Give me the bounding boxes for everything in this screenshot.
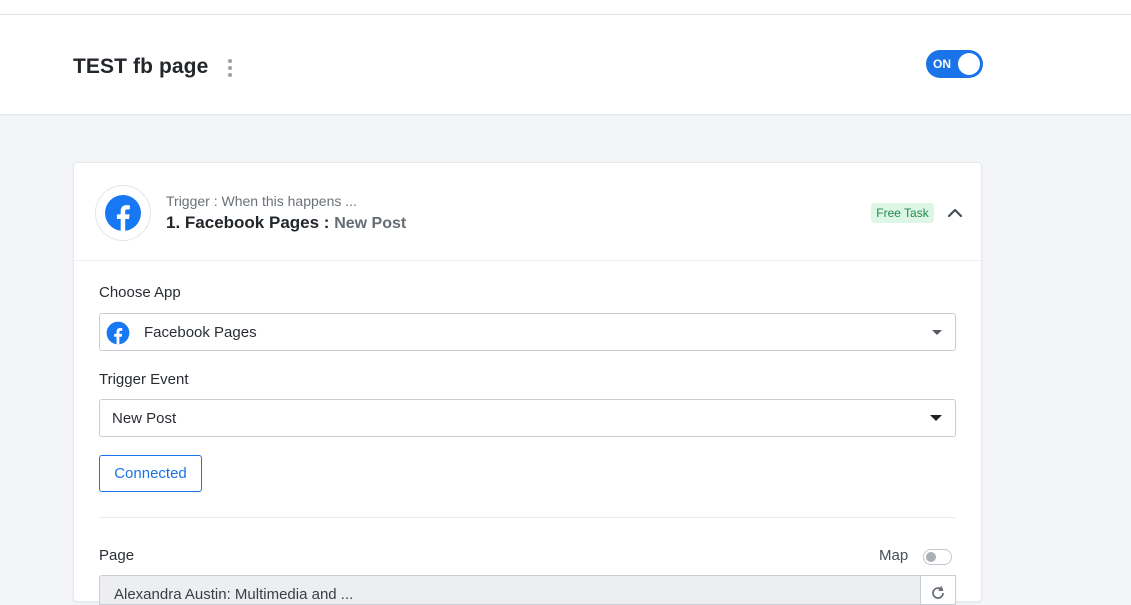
map-toggle-knob — [926, 552, 936, 562]
refresh-icon — [932, 586, 944, 599]
page-value: Alexandra Austin: Multimedia and ... — [114, 586, 354, 603]
trigger-title: 1. Facebook Pages : New Post — [166, 213, 406, 233]
top-strip — [0, 0, 1131, 15]
trigger-card-header[interactable]: Trigger : When this happens ... 1. Faceb… — [74, 163, 981, 261]
free-task-badge: Free Task — [871, 203, 934, 223]
choose-app-select[interactable]: Facebook Pages — [99, 313, 956, 351]
trigger-event-label: Trigger Event — [99, 371, 189, 388]
facebook-icon — [105, 195, 141, 231]
toggle-knob — [958, 53, 980, 75]
workflow-title[interactable]: TEST fb page — [73, 55, 208, 79]
map-toggle[interactable] — [923, 549, 952, 565]
chevron-down-icon — [932, 330, 942, 335]
workflow-on-toggle[interactable]: ON — [926, 50, 983, 78]
workflow-header: TEST fb page ON — [0, 15, 1131, 115]
trigger-app-name: 1. Facebook Pages : — [166, 213, 335, 232]
trigger-event-value: New Post — [112, 410, 177, 427]
connected-button[interactable]: Connected — [99, 455, 202, 492]
more-options-icon[interactable] — [226, 59, 234, 77]
toggle-label: ON — [933, 57, 951, 71]
trigger-card: Trigger : When this happens ... 1. Faceb… — [73, 162, 982, 605]
app-logo — [95, 185, 151, 241]
page-select[interactable]: Alexandra Austin: Multimedia and ... — [99, 575, 921, 605]
refresh-button[interactable] — [920, 575, 956, 605]
choose-app-value: Facebook Pages — [144, 324, 257, 341]
section-divider — [99, 517, 956, 518]
trigger-event-select[interactable]: New Post — [99, 399, 956, 437]
map-label: Map — [879, 547, 909, 564]
chevron-up-icon[interactable] — [945, 203, 965, 223]
chevron-down-icon — [930, 415, 942, 421]
trigger-event-name: New Post — [334, 215, 407, 232]
choose-app-label: Choose App — [99, 284, 181, 301]
page-label: Page — [99, 547, 135, 564]
trigger-subtitle: Trigger : When this happens ... — [166, 193, 357, 209]
facebook-icon — [106, 321, 130, 345]
